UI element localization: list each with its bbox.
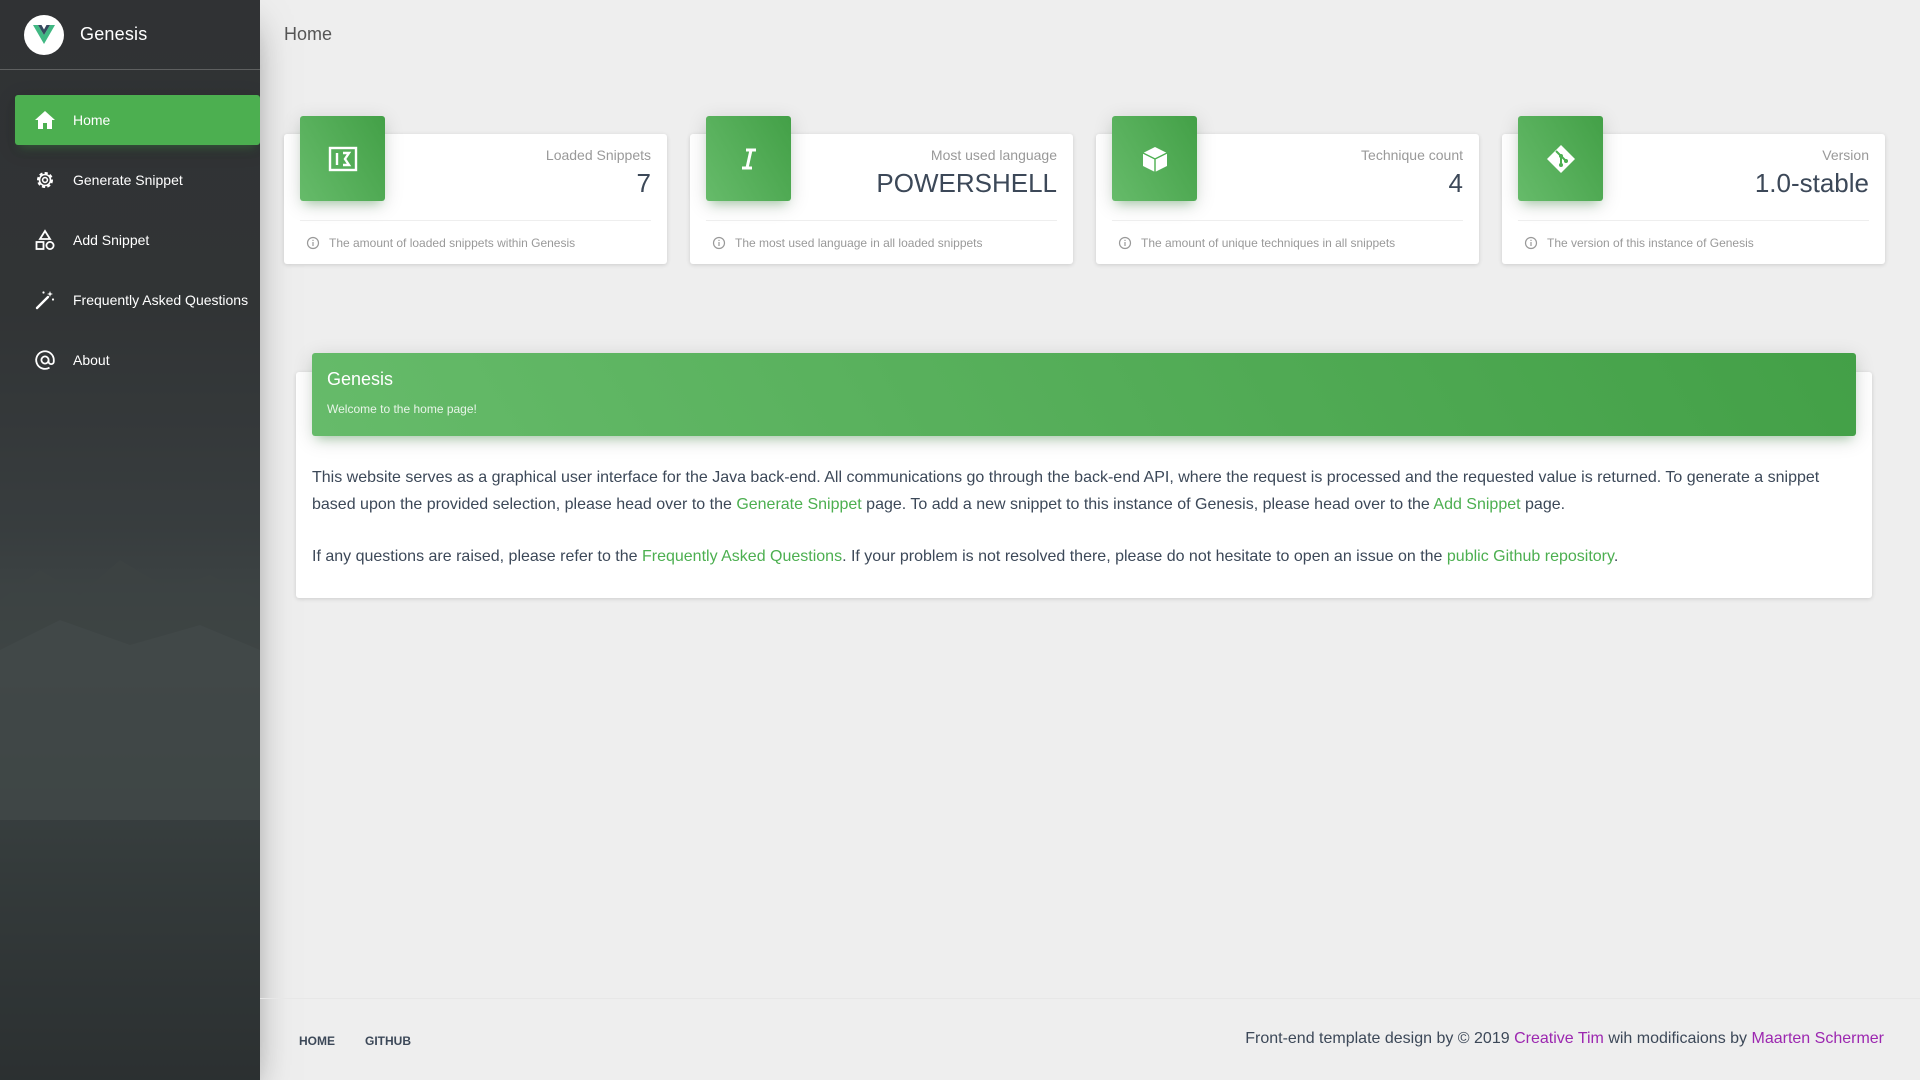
stat-card-version: Version 1.0-stable The version of this i… [1502,116,1885,264]
sidebar-item-label: Home [73,112,111,128]
stat-card-loaded-snippets: Loaded Snippets 7 The amount of loaded s… [284,116,667,264]
github-repository-link[interactable]: public Github repository [1447,548,1614,565]
at-sign-icon [33,348,57,372]
settings-icon [33,168,57,192]
info-icon [712,236,726,250]
stat-footer: The amount of unique techniques in all s… [1118,236,1395,250]
app-name: Genesis [80,24,148,44]
sidebar-item-label: Frequently Asked Questions [73,292,249,308]
divider [1518,220,1869,221]
text: If any questions are raised, please refe… [312,548,642,565]
home-card-header: Genesis Welcome to the home page! [312,353,1856,436]
sidebar-item-label: Generate Snippet [73,172,183,188]
info-icon [1524,236,1538,250]
stat-category: Most used language [930,147,1057,163]
page-title: Home [284,24,333,44]
code-snippet-icon [300,116,385,201]
main-panel: Home Loaded Snippets 7 The amount of loa… [260,0,1920,1080]
italic-icon [706,116,791,201]
magic-wand-icon [33,288,57,312]
faq-link[interactable]: Frequently Asked Questions [642,548,842,565]
stat-footer-text: The version of this instance of Genesis [1547,236,1754,250]
sidebar-nav: Home Generate Snippet Add Snippet Freque… [0,95,260,385]
footer: HOME GITHUB Front-end template design by… [260,998,1920,1080]
sidebar-item-faq[interactable]: Frequently Asked Questions [15,275,260,325]
creative-tim-link[interactable]: Creative Tim [1514,1030,1604,1047]
sidebar: Genesis Home Generate Snippet Add Snippe… [0,0,260,1080]
add-snippet-link[interactable]: Add Snippet [1433,496,1520,513]
home-card: Genesis Welcome to the home page! This w… [296,353,1872,598]
divider [300,220,651,221]
footer-link-github[interactable]: GITHUB [365,1034,411,1048]
text: wih modificaions by [1603,1030,1752,1047]
text: Front-end template design by © 2019 [1245,1030,1515,1047]
stat-value: POWERSHELL [876,168,1057,198]
home-card-subtitle: Welcome to the home page! [327,402,477,416]
stat-footer-text: The amount of unique techniques in all s… [1141,236,1396,250]
stat-footer-text: The amount of loaded snippets within Gen… [329,236,576,250]
sidebar-item-label: Add Snippet [73,232,150,248]
info-icon [306,236,320,250]
stat-footer-text: The most used language in all loaded sni… [735,236,983,250]
footer-link-home[interactable]: HOME [299,1034,335,1048]
box-icon [1112,116,1197,201]
text: page. To add a new snippet to this insta… [861,496,1434,513]
stat-category: Loaded Snippets [545,147,651,163]
stat-footer: The version of this instance of Genesis [1524,236,1754,250]
text: . If your problem is not resolved there,… [842,548,1447,565]
stat-card-most-used-language: Most used language POWERSHELL The most u… [690,116,1073,264]
intro-paragraph: This website serves as a graphical user … [312,464,1852,518]
shapes-icon [33,228,57,252]
text: page. [1520,496,1566,513]
home-icon [33,108,57,132]
stat-footer: The amount of loaded snippets within Gen… [306,236,575,250]
home-card-body: This website serves as a graphical user … [312,464,1852,595]
stat-card-technique-count: Technique count 4 The amount of unique t… [1096,116,1479,264]
maarten-schermer-link[interactable]: Maarten Schermer [1752,1030,1885,1047]
help-paragraph: If any questions are raised, please refe… [312,543,1852,570]
footer-copyright: Front-end template design by © 2019 Crea… [1245,1030,1884,1048]
stat-category: Version [1822,147,1869,163]
git-icon [1518,116,1603,201]
sidebar-item-about[interactable]: About [15,335,260,385]
sidebar-item-add-snippet[interactable]: Add Snippet [15,215,260,265]
info-icon [1118,236,1132,250]
generate-snippet-link[interactable]: Generate Snippet [736,496,861,513]
sidebar-item-home[interactable]: Home [15,95,260,145]
vue-logo-icon [24,14,64,55]
divider [706,220,1057,221]
sidebar-item-label: About [73,352,110,368]
stat-value: 4 [1448,168,1463,198]
stat-value: 1.0-stable [1754,168,1869,198]
divider [1112,220,1463,221]
stat-category: Technique count [1361,147,1463,163]
sidebar-item-generate-snippet[interactable]: Generate Snippet [15,155,260,205]
brand[interactable]: Genesis [0,0,260,70]
stat-footer: The most used language in all loaded sni… [712,236,983,250]
text: . [1613,548,1619,565]
footer-nav: HOME GITHUB [299,1034,441,1048]
stat-value: 7 [636,168,651,198]
home-card-title: Genesis [327,369,394,389]
